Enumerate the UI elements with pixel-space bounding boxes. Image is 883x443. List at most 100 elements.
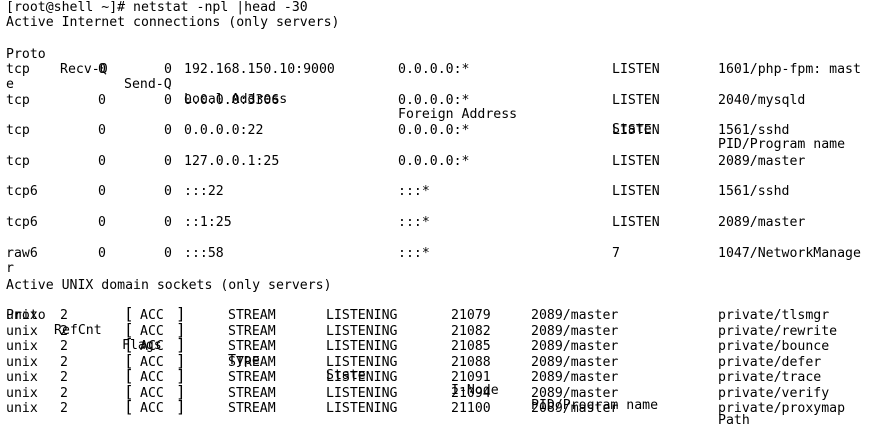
cell-pid-program: 2089/master bbox=[531, 370, 619, 385]
cell-type: STREAM bbox=[228, 323, 276, 339]
cell-recv-q: 0 bbox=[98, 154, 106, 169]
cell-inode: 21100 bbox=[451, 401, 491, 416]
cell-state: LISTEN bbox=[612, 154, 660, 169]
cell-type: STREAM bbox=[228, 308, 276, 323]
header-pid-program: PID/Program name bbox=[718, 137, 846, 152]
cell-send-q: 0 bbox=[164, 154, 172, 169]
cell-send-q: 0 bbox=[164, 62, 172, 77]
cell-local-address: 0.0.0.0:3306 bbox=[184, 93, 280, 108]
cell-proto: tcp bbox=[6, 154, 30, 169]
cell-proto: tcp bbox=[6, 93, 30, 108]
cell-recv-q: 0 bbox=[98, 93, 106, 108]
cell-path: private/bounce bbox=[718, 339, 830, 354]
cell-foreign-address: 0.0.0.0:* bbox=[398, 62, 470, 77]
cell-local-address: ::1:25 bbox=[184, 215, 232, 230]
cell-flags: ACC bbox=[140, 385, 164, 401]
cell-state: LISTENING bbox=[326, 370, 398, 385]
cell-pid-program: 2089/master bbox=[531, 401, 619, 416]
cell-local-address: :::22 bbox=[184, 184, 224, 199]
cell-type: STREAM bbox=[228, 385, 276, 401]
unix-socket-row: unix 2[ACC] STREAM LISTENING 21100 2089/maste… bbox=[0, 399, 883, 417]
cell-local-address: :::58 bbox=[184, 246, 224, 261]
header-proto: Proto bbox=[6, 47, 46, 62]
cell-flags: ACC bbox=[140, 354, 164, 370]
cell-refcnt: 2 bbox=[60, 308, 68, 323]
cell-type: STREAM bbox=[228, 370, 276, 385]
cell-state: LISTENING bbox=[326, 308, 398, 323]
cell-pid-program: 2089/master bbox=[718, 154, 806, 169]
cell-proto: tcp bbox=[6, 62, 30, 77]
cell-proto: unix bbox=[6, 308, 38, 323]
cell-path: private/proxymap bbox=[718, 401, 846, 416]
cell-inode: 21091 bbox=[451, 370, 491, 385]
cell-pid-program: 2089/master bbox=[531, 354, 619, 370]
unix-section-title: Active UNIX domain sockets (only servers… bbox=[6, 278, 332, 293]
cell-proto: tcp bbox=[6, 123, 30, 138]
cell-pid-program: 2040/mysqld bbox=[718, 93, 806, 108]
cell-state: LISTENING bbox=[326, 385, 398, 401]
cell-proto: unix bbox=[6, 323, 38, 339]
cell-state: LISTENING bbox=[326, 401, 398, 416]
cell-proto: unix bbox=[6, 370, 38, 385]
cell-refcnt: 2 bbox=[60, 354, 68, 370]
cell-send-q: 0 bbox=[164, 93, 172, 108]
header-send-q: Send-Q bbox=[124, 77, 172, 92]
cell-proto: unix bbox=[6, 385, 38, 401]
cell-pid-program: 1561/sshd bbox=[718, 184, 790, 199]
cell-send-q: 0 bbox=[164, 246, 172, 261]
cell-refcnt: 2 bbox=[60, 339, 68, 354]
shell-prompt-line: [root@shell ~]# netstat -npl |head -30 bbox=[6, 0, 308, 15]
cell-pid-program: 2089/master bbox=[531, 308, 619, 323]
cell-foreign-address: 0.0.0.0:* bbox=[398, 154, 470, 169]
cell-local-address: 192.168.150.10:9000 bbox=[184, 62, 335, 77]
cell-type: STREAM bbox=[228, 339, 276, 354]
cell-flags: ACC bbox=[140, 323, 164, 339]
cell-type: STREAM bbox=[228, 401, 276, 416]
cell-inode: 21085 bbox=[451, 339, 491, 354]
cell-path: private/tlsmgr bbox=[718, 308, 830, 323]
cell-pid-program: 2089/master bbox=[718, 215, 806, 230]
terminal-window[interactable]: [root@shell ~]# netstat -npl |head -30 A… bbox=[0, 0, 883, 428]
cell-foreign-address: :::* bbox=[398, 246, 430, 261]
cell-foreign-address: :::* bbox=[398, 184, 430, 199]
cell-path: private/verify bbox=[718, 385, 830, 401]
flags-bracket-close: ] bbox=[176, 335, 186, 354]
cell-flags: ACC bbox=[140, 401, 164, 416]
cell-pid-program: 2089/master bbox=[531, 339, 619, 354]
cell-pid-program: 1047/NetworkManage bbox=[718, 246, 861, 261]
cell-foreign-address: :::* bbox=[398, 215, 430, 230]
cell-inode: 21094 bbox=[451, 385, 491, 401]
cell-local-address: 0.0.0.0:22 bbox=[184, 123, 264, 138]
flags-bracket-open: [ bbox=[124, 366, 134, 385]
cell-send-q: 0 bbox=[164, 123, 172, 138]
cell-refcnt: 2 bbox=[60, 385, 68, 401]
cell-local-address: 127.0.0.1:25 bbox=[184, 154, 280, 169]
cell-refcnt: 2 bbox=[60, 323, 68, 339]
cell-pid-program: 2089/master bbox=[531, 323, 619, 339]
cell-foreign-address: 0.0.0.0:* bbox=[398, 123, 470, 138]
cell-state: 7 bbox=[612, 246, 620, 261]
inet-section-title: Active Internet connections (only server… bbox=[6, 15, 340, 30]
flags-bracket-close: ] bbox=[176, 366, 186, 385]
cell-pid-program: 1561/sshd bbox=[718, 123, 790, 138]
cell-state: LISTEN bbox=[612, 123, 660, 138]
header-foreign-address: Foreign Address bbox=[398, 107, 518, 122]
cell-type: STREAM bbox=[228, 354, 276, 370]
cell-recv-q: 0 bbox=[98, 215, 106, 230]
cell-proto: unix bbox=[6, 401, 38, 416]
cell-refcnt: 2 bbox=[60, 401, 68, 416]
wrapped-line-continuation: r bbox=[6, 261, 14, 276]
cell-state: LISTEN bbox=[612, 184, 660, 199]
cell-state: LISTENING bbox=[326, 339, 398, 354]
cell-proto: unix bbox=[6, 354, 38, 370]
flags-bracket-open: [ bbox=[124, 304, 134, 323]
cell-state: LISTENING bbox=[326, 354, 398, 370]
cell-recv-q: 0 bbox=[98, 62, 106, 77]
cell-path: private/trace bbox=[718, 370, 822, 385]
cell-flags: ACC bbox=[140, 339, 164, 354]
cell-send-q: 0 bbox=[164, 215, 172, 230]
cell-inode: 21082 bbox=[451, 323, 491, 339]
cell-flags: ACC bbox=[140, 370, 164, 385]
cell-proto: unix bbox=[6, 339, 38, 354]
wrapped-line-continuation: e bbox=[6, 77, 14, 92]
